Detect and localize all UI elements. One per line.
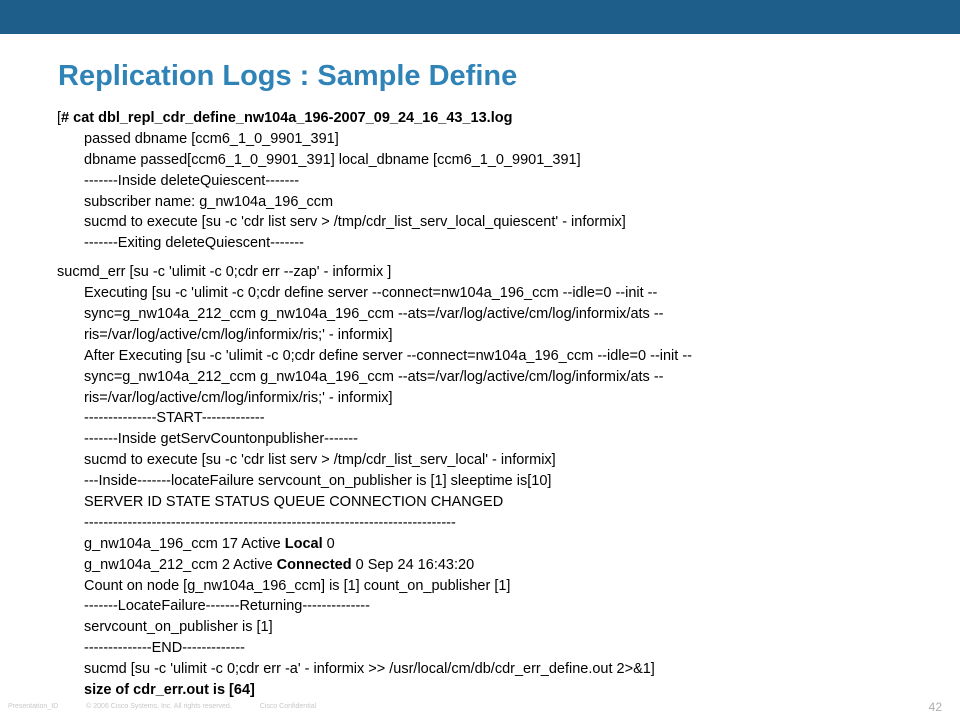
server-row: g_nw104a_196_ccm 17 Active Local 0 bbox=[84, 535, 335, 552]
log-line: ris=/var/log/active/cm/log/informix/ris;… bbox=[84, 326, 393, 343]
log-line: -------LocateFailure-------Returning----… bbox=[84, 598, 370, 615]
log-line: ris=/var/log/active/cm/log/informix/ris;… bbox=[84, 389, 393, 406]
log-line: dbname passed[ccm6_1_0_9901_391] local_d… bbox=[84, 151, 581, 168]
log-line: After Executing [su -c 'ulimit -c 0;cdr … bbox=[84, 347, 692, 364]
footer-confidential: Cisco Confidential bbox=[259, 703, 317, 710]
slide-title: Replication Logs : Sample Define bbox=[58, 60, 518, 92]
footer-presentation-id: Presentation_ID bbox=[8, 703, 59, 710]
footer-copyright: © 2006 Cisco Systems, Inc. All rights re… bbox=[86, 703, 232, 710]
log-line: sucmd to execute [su -c 'cdr list serv >… bbox=[84, 214, 626, 231]
log-line: -------Inside deleteQuiescent------- bbox=[84, 172, 300, 189]
footer: Presentation_ID © 2006 Cisco Systems, In… bbox=[8, 703, 342, 710]
server-row: g_nw104a_212_ccm 2 Active Connected 0 Se… bbox=[84, 556, 475, 573]
log-header: [# cat dbl_repl_cdr_define_nw104a_196-20… bbox=[57, 110, 513, 126]
log-line: passed dbname [ccm6_1_0_9901_391] bbox=[84, 130, 339, 147]
table-header-line: SERVER ID STATE STATUS QUEUE CONNECTION … bbox=[84, 494, 504, 511]
log-output: [# cat dbl_repl_cdr_define_nw104a_196-20… bbox=[57, 108, 947, 701]
log-line: Executing [su -c 'ulimit -c 0;cdr define… bbox=[84, 285, 658, 302]
state-local: Local bbox=[284, 535, 323, 552]
log-line: ---Inside-------locateFailure servcount_… bbox=[84, 473, 552, 490]
log-line: -------Exiting deleteQuiescent------- bbox=[84, 235, 304, 252]
log-line: servcount_on_publisher is [1] bbox=[84, 619, 273, 636]
log-line: -------Inside getServCountonpublisher---… bbox=[84, 431, 358, 448]
log-line: ---------------START------------- bbox=[84, 410, 265, 427]
log-line: --------------END------------- bbox=[84, 640, 245, 657]
state-connected: Connected bbox=[276, 556, 352, 573]
log-line: sync=g_nw104a_212_ccm g_nw104a_196_ccm -… bbox=[84, 306, 664, 323]
log-line: Count on node [g_nw104a_196_ccm] is [1] … bbox=[84, 577, 511, 594]
page-number: 42 bbox=[928, 700, 942, 714]
sucmd-err-line: sucmd_err [su -c 'ulimit -c 0;cdr err --… bbox=[57, 264, 392, 281]
cdr-err-size-line: size of cdr_err.out is [64] bbox=[84, 682, 255, 699]
log-line: sucmd [su -c 'ulimit -c 0;cdr err -a' - … bbox=[84, 661, 655, 678]
top-banner bbox=[0, 0, 960, 34]
log-line: subscriber name: g_nw104a_196_ccm bbox=[84, 193, 334, 210]
log-line: sucmd to execute [su -c 'cdr list serv >… bbox=[84, 452, 556, 469]
log-line: sync=g_nw104a_212_ccm g_nw104a_196_ccm -… bbox=[84, 368, 664, 385]
divider-line: ----------------------------------------… bbox=[84, 514, 456, 531]
